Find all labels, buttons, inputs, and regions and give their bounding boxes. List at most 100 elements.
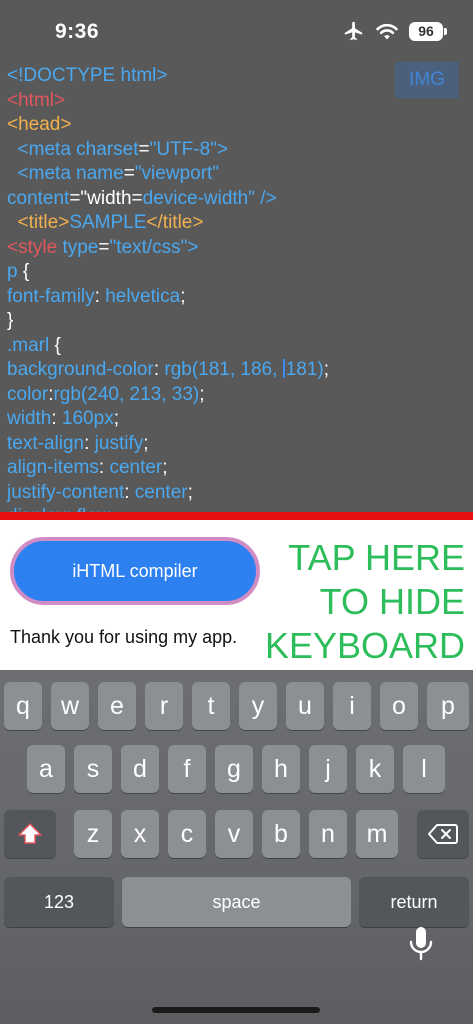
code-token: device-width" /> [142, 187, 277, 209]
code-token: 160px [61, 408, 114, 429]
code-token: { [54, 334, 61, 356]
code-line: .marl { [7, 334, 329, 359]
code-token: text-align [7, 432, 85, 454]
code-token: ; [187, 481, 193, 503]
code-token: .marl [7, 334, 55, 356]
code-token: width [7, 408, 52, 429]
code-token: charset [76, 138, 139, 160]
key-o[interactable]: o [380, 682, 418, 730]
backspace-key[interactable] [417, 810, 469, 858]
code-token: "UTF-8"> [149, 138, 229, 160]
key-y[interactable]: y [239, 682, 277, 730]
key-j[interactable]: j [309, 745, 347, 793]
key-d[interactable]: d [121, 745, 159, 793]
key-l[interactable]: l [403, 745, 445, 793]
code-token: <style [7, 236, 63, 258]
shift-key[interactable] [4, 810, 56, 858]
code-token: SAMPLE [69, 212, 147, 233]
code-token: rgb(240, 213, 33) [53, 383, 200, 405]
key-m[interactable]: m [356, 810, 398, 858]
text-cursor [282, 359, 285, 378]
key-i[interactable]: i [333, 682, 371, 730]
code-token: <!DOCTYPE html> [7, 65, 168, 86]
code-token: : [98, 457, 110, 478]
code-token: align-items [7, 457, 99, 478]
code-token: <meta [7, 138, 77, 160]
key-z[interactable]: z [74, 810, 112, 858]
code-token: ; [113, 408, 119, 429]
code-editor[interactable]: <!DOCTYPE html> <html> <head> <meta charse… [0, 60, 473, 512]
code-line: <style type="text/css"> [7, 236, 329, 261]
key-a[interactable]: a [27, 745, 65, 793]
status-icons: 96 [343, 20, 447, 42]
divider [0, 512, 473, 520]
code-token: <title> [7, 212, 70, 233]
code-token: content [7, 187, 70, 209]
code-line: background-color: rgb(181, 186, 181); [7, 358, 329, 383]
key-c[interactable]: c [168, 810, 206, 858]
code-token: rgb(181, 186, [164, 359, 283, 380]
code-text[interactable]: <!DOCTYPE html> <html> <head> <meta charse… [7, 64, 329, 512]
key-x[interactable]: x [121, 810, 159, 858]
code-line: <html> [7, 89, 329, 114]
shift-icon [18, 823, 42, 844]
key-s[interactable]: s [74, 745, 112, 793]
tap-to-hide-keyboard-button[interactable]: TAP HERE TO HIDE KEYBOARD [265, 536, 465, 668]
key-h[interactable]: h [262, 745, 300, 793]
code-token: center [109, 457, 163, 478]
key-u[interactable]: u [286, 682, 324, 730]
code-token: ; [143, 432, 149, 454]
code-line: <head> [7, 113, 329, 138]
key-b[interactable]: b [262, 810, 300, 858]
code-line: width: 160px; [7, 407, 329, 432]
key-v[interactable]: v [215, 810, 253, 858]
code-token: name [76, 163, 124, 184]
tap-hide-line: TO HIDE [319, 581, 465, 622]
code-token: ; [199, 383, 205, 405]
code-token: { [22, 261, 30, 282]
code-line: <meta name="viewport" [7, 162, 329, 187]
code-token: : [153, 359, 165, 380]
numbers-key[interactable]: 123 [4, 877, 114, 927]
key-n[interactable]: n [309, 810, 347, 858]
code-line: <meta charset="UTF-8"> [7, 138, 329, 163]
code-token: : [84, 432, 95, 454]
key-r[interactable]: r [145, 682, 183, 730]
key-k[interactable]: k [356, 745, 394, 793]
home-indicator [152, 1007, 320, 1013]
key-w[interactable]: w [51, 682, 89, 730]
code-token: ; [180, 285, 186, 307]
code-token: </title> [146, 212, 204, 233]
code-token: : [124, 481, 135, 503]
img-button[interactable]: IMG [395, 62, 459, 98]
code-token: type [62, 236, 99, 258]
battery-level: 96 [418, 23, 434, 39]
code-token: : [94, 285, 106, 307]
key-t[interactable]: t [192, 682, 230, 730]
microphone-icon[interactable] [407, 926, 435, 962]
code-line: display: flex; [7, 505, 329, 512]
code-line: justify-content: center; [7, 481, 329, 506]
code-token: justify [94, 432, 144, 454]
code-token: color [7, 383, 49, 405]
key-f[interactable]: f [168, 745, 206, 793]
key-e[interactable]: e [98, 682, 136, 730]
code-line: <title>SAMPLE</title> [7, 211, 329, 236]
code-token: = [123, 163, 135, 184]
code-line: align-items: center; [7, 456, 329, 481]
code-token: width [87, 187, 132, 209]
code-token: helvetica [105, 285, 181, 307]
tap-hide-line: KEYBOARD [264, 625, 465, 666]
code-token: = [98, 236, 110, 258]
code-token: "text/css"> [109, 236, 199, 258]
key-q[interactable]: q [4, 682, 42, 730]
key-g[interactable]: g [215, 745, 253, 793]
ihtml-compiler-button[interactable]: iHTML compiler [10, 537, 260, 605]
wifi-icon [376, 23, 398, 40]
key-p[interactable]: p [427, 682, 469, 730]
space-key[interactable]: space [122, 877, 351, 927]
return-key[interactable]: return [359, 877, 469, 927]
code-token: justify-content [7, 481, 125, 503]
code-token: background-color [7, 359, 154, 380]
code-token: = [138, 138, 150, 160]
